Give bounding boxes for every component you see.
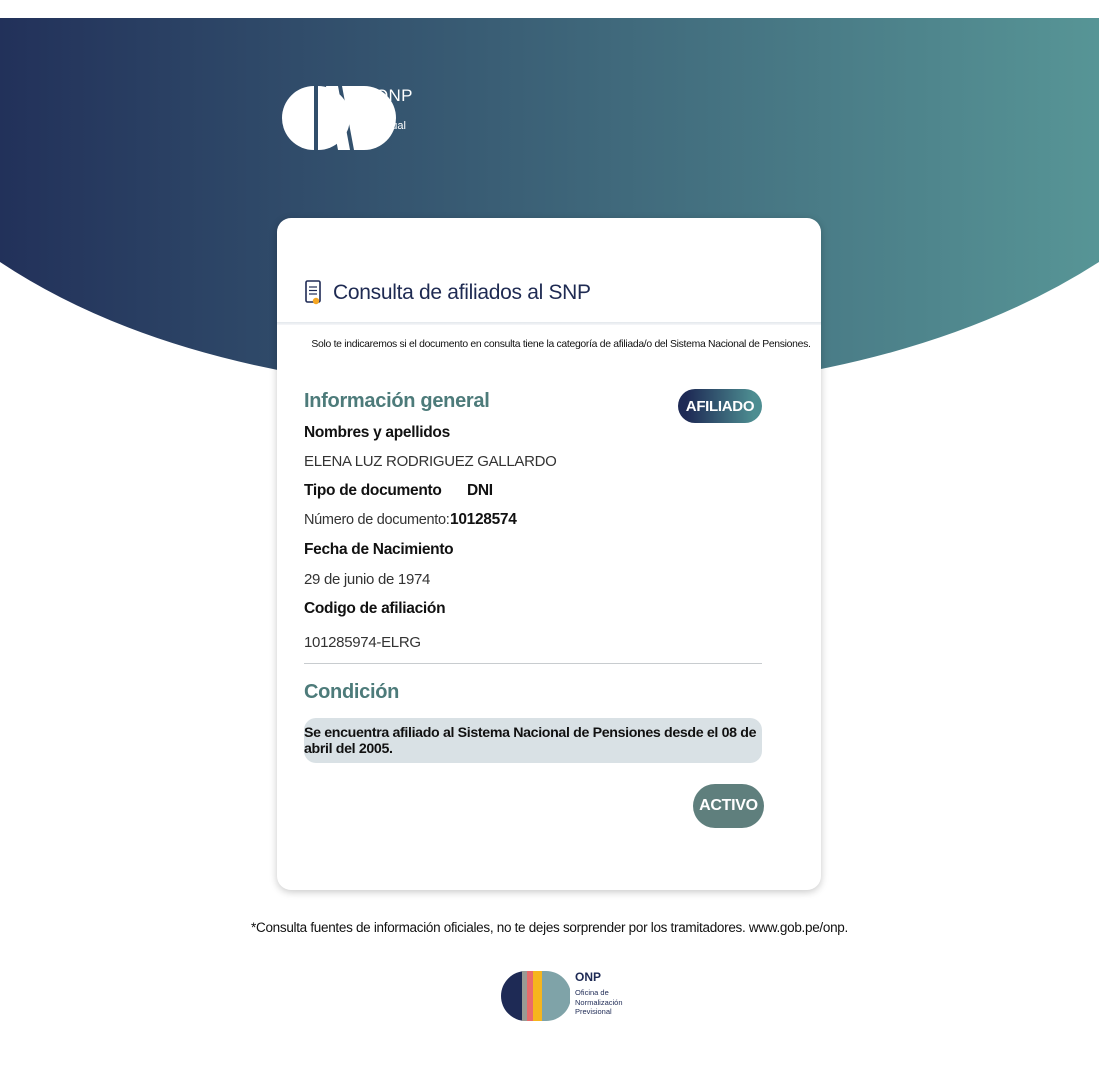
subtitle: Solo te indicaremos si el documento en c… [311,339,811,350]
logo-dash [375,112,387,113]
condition-message: Se encuentra afiliado al Sistema Naciona… [304,718,762,763]
footer-logo-name: ONP [575,970,602,984]
condition-heading: Condición [304,681,400,703]
doc-type-value: DNI [467,482,493,499]
doc-number-value: 10128574 [450,511,517,528]
page-title: Consulta de afiliados al SNP [333,281,591,304]
code-value: 101285974-ELRG [304,634,421,651]
logo-wordmark: ONP Virtual [375,86,413,132]
code-label: Codigo de afiliación [304,600,446,617]
footer-note: *Consulta fuentes de información oficial… [251,920,848,935]
footer-org-line-2: Normalización [575,997,623,1007]
afiliado-badge: AFILIADO [678,389,762,423]
activo-badge: ACTIVO [693,784,764,828]
general-info-heading: Información general [304,390,490,412]
footer-org-line-1: Oficina de [575,988,609,997]
birth-label: Fecha de Nacimiento [304,541,454,558]
logo-name: ONP [375,86,413,105]
result-card: Consulta de afiliados al SNP Solo te ind… [277,218,821,890]
footer-org-line-3: Previsional [575,1007,612,1016]
names-label: Nombres y apellidos [304,424,450,441]
footer-logo-wordmark: ONP Oficina de Normalización Previsional [575,970,635,1017]
names-value: ELENA LUZ RODRIGUEZ GALLARDO [304,453,557,470]
document-icon [305,280,321,305]
doc-type-label: Tipo de documento [304,482,442,499]
birth-value: 29 de junio de 1974 [304,571,431,588]
title-divider [277,322,821,325]
doc-number-label: Número de documento: [304,512,450,528]
onp-footer-logo[interactable] [500,968,570,1024]
section-divider [304,663,762,664]
logo-subtitle: Virtual [375,120,406,132]
card-header: Consulta de afiliados al SNP [305,280,591,306]
